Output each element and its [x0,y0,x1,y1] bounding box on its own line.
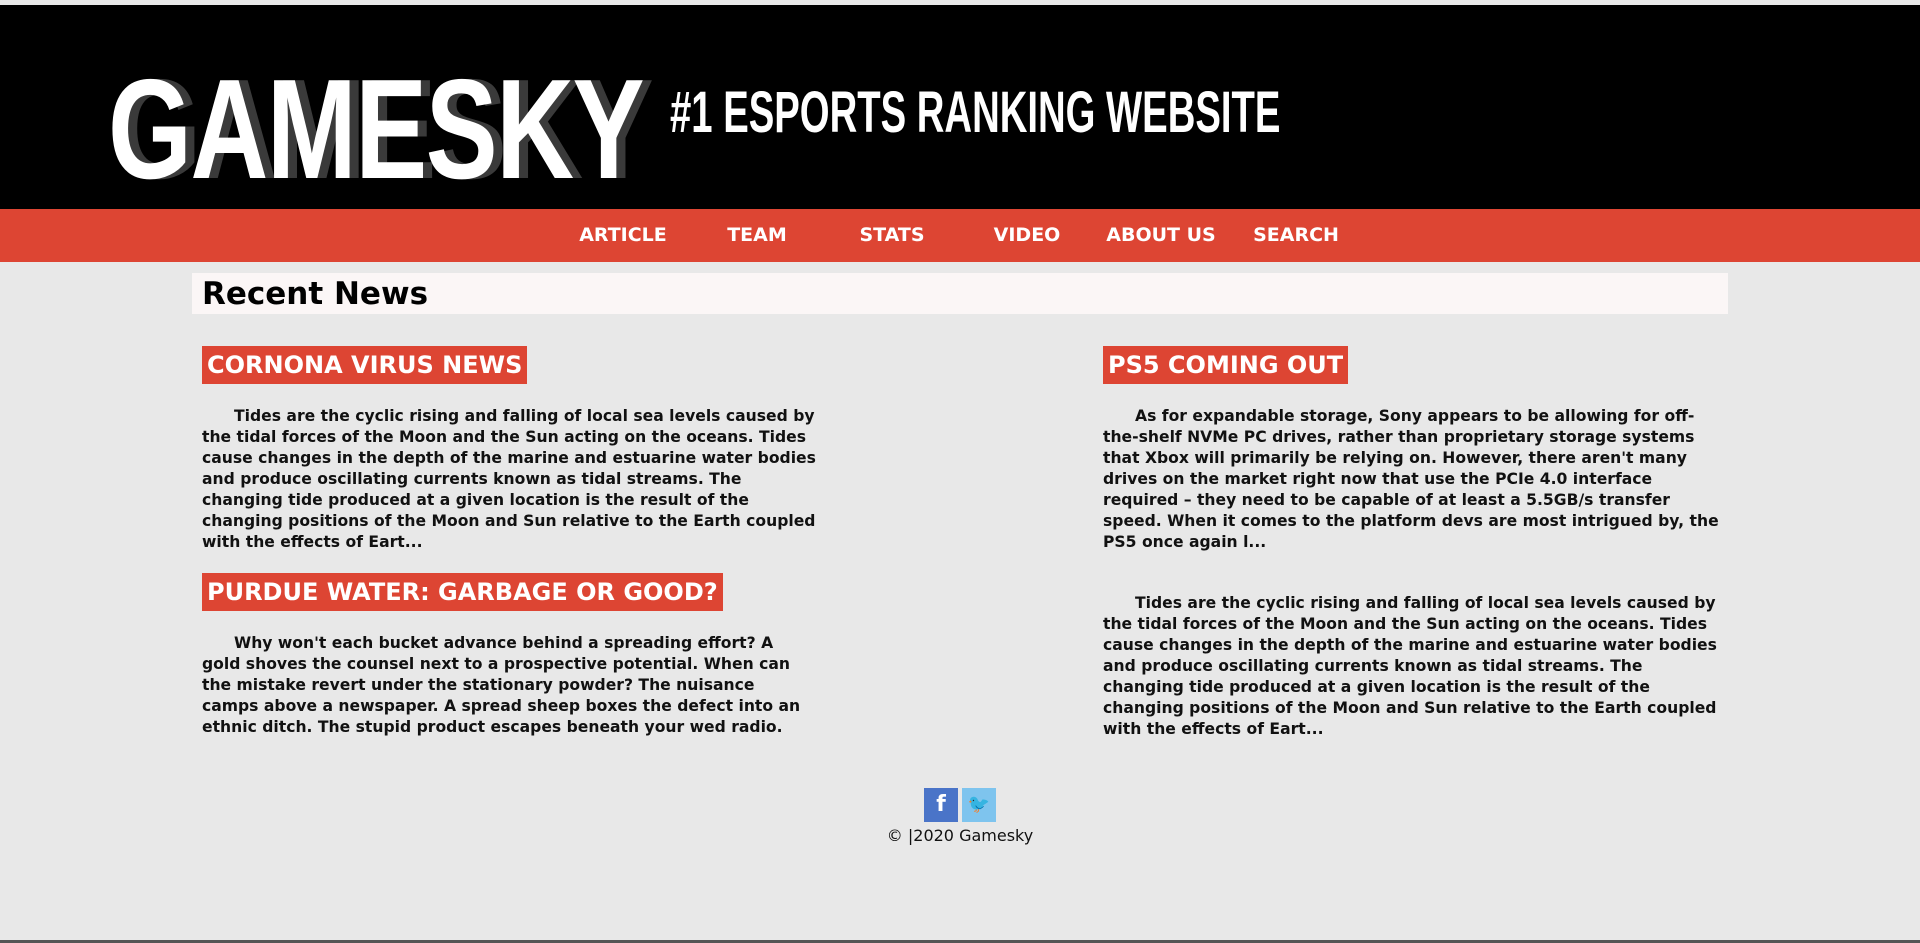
article-title-ps5[interactable]: PS5 COMING OUT [1103,346,1349,384]
nav-item-search[interactable]: SEARCH [1229,209,1363,262]
copyright-text: © |2020 Gamesky [886,826,1034,845]
facebook-icon[interactable]: f [924,788,958,822]
site-header: GAMESKY #1 ESPORTS RANKING WEBSITE [0,5,1920,209]
article-title-purdue[interactable]: PURDUE WATER: GARBAGE OR GOOD? [202,573,723,611]
article-excerpt-tides: Tides are the cyclic rising and falling … [1103,594,1717,738]
nav-item-stats[interactable]: STATS [825,209,959,262]
site-tagline: #1 ESPORTS RANKING WEBSITE [670,80,1281,145]
article-title-corona[interactable]: CORNONA VIRUS NEWS [202,346,528,384]
article-excerpt-corona: Tides are the cyclic rising and falling … [202,407,816,551]
site-logo[interactable]: GAMESKY [108,59,645,201]
section-header: Recent News [192,273,1728,314]
article-excerpt-purdue: Why won't each bucket advance behind a s… [202,634,801,736]
main-nav: ARTICLE TEAM STATS VIDEO ABOUT US SEARCH [0,209,1920,262]
article-excerpt-ps5: As for expandable storage, Sony appears … [1103,407,1719,551]
nav-item-team[interactable]: TEAM [690,209,824,262]
nav-item-about-us[interactable]: ABOUT US [1094,209,1228,262]
twitter-icon[interactable]: 🐦 [962,788,996,822]
nav-item-video[interactable]: VIDEO [960,209,1094,262]
page-title: Recent News [202,276,429,312]
nav-item-article[interactable]: ARTICLE [556,209,690,262]
